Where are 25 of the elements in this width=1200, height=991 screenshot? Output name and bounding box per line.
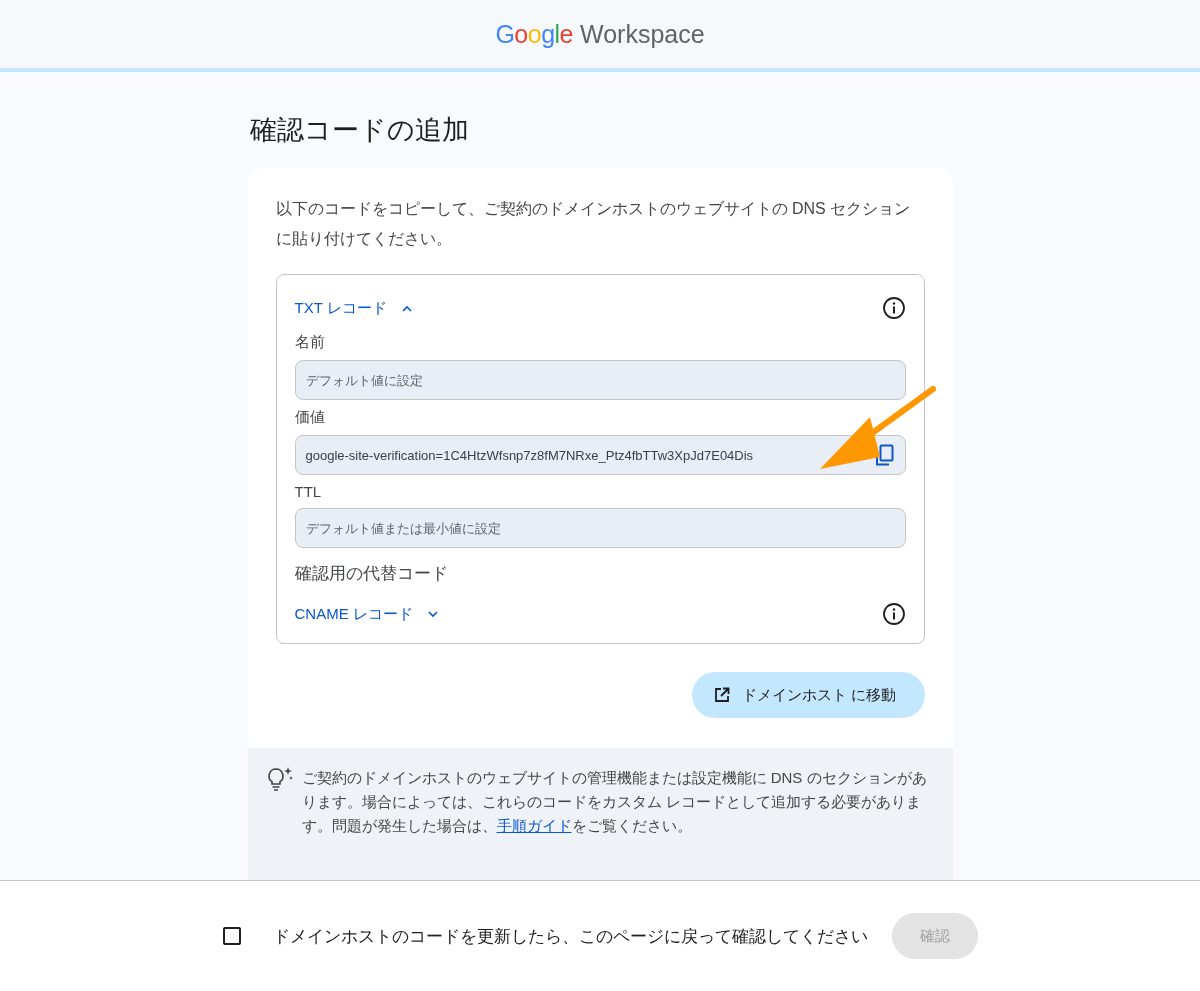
copy-icon[interactable] (874, 444, 895, 466)
input-field[interactable]: デフォルト値または最小値に設定 (294, 508, 906, 548)
checkbox-label: ドメインホストのコードを更新したら、このページに戻って確認してください (272, 925, 868, 948)
field-label: 価値 (294, 408, 326, 427)
tip-text: ご契約のドメインホストのウェブサイトの管理機能または設定機能に DNS のセクションがあります。場合によっては、これらのコードをカスタム レコードとして追加する必要があります。問題が発生した場合は、手順ガイド をご覧ください。 (301, 768, 928, 836)
checkbox[interactable] (222, 927, 241, 945)
input-field[interactable]: デフォルト値に設定 (294, 360, 906, 400)
logo-google: Google (495, 19, 573, 49)
alt-heading: 確認用の代替コード (294, 563, 449, 585)
guide-link[interactable]: 手順ガイド (496, 817, 572, 834)
field-label: TTL (294, 483, 323, 500)
info-icon[interactable] (881, 602, 906, 626)
info-icon[interactable] (881, 296, 906, 320)
domain-host-button[interactable]: ドメインホスト に移動 (692, 672, 925, 718)
lightbulb-icon (265, 766, 294, 792)
field-label: 名前 (294, 333, 326, 352)
intro-text: 以下のコードをコピーして、ご契約のドメインホストのウェブサイトの DNS セクションに貼り付けてください。 (275, 199, 912, 249)
external-link-icon (714, 687, 731, 703)
record-toggle[interactable]: TXT レコード (294, 298, 413, 318)
logo-product: Workspace (580, 19, 705, 49)
record-toggle[interactable]: CNAME レコード (294, 604, 439, 624)
chevron-icon (426, 610, 439, 618)
chevron-icon (400, 304, 413, 312)
input-field[interactable]: google-site-verification=1C4HtzWfsnp7z8fM7NRxe_Ptz4fbTTw3XpJd7E04Dis (294, 435, 906, 475)
page-title: 確認コードの追加 (249, 114, 470, 147)
